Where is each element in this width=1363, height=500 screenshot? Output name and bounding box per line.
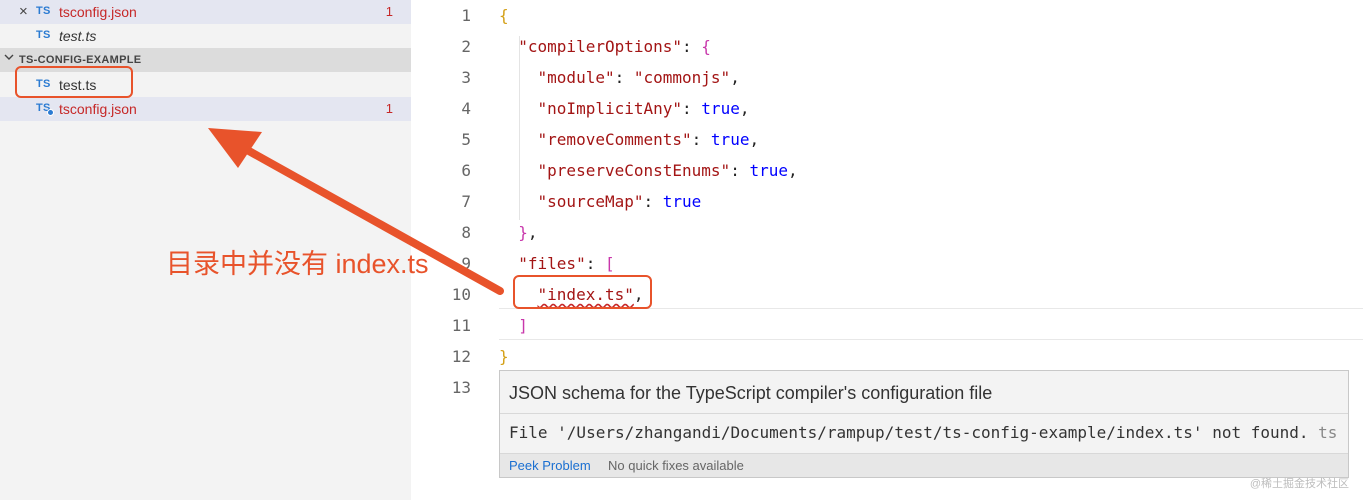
annotation-text: 目录中并没有 index.ts	[166, 249, 429, 279]
watermark: @稀土掘金技术社区	[1249, 478, 1349, 490]
